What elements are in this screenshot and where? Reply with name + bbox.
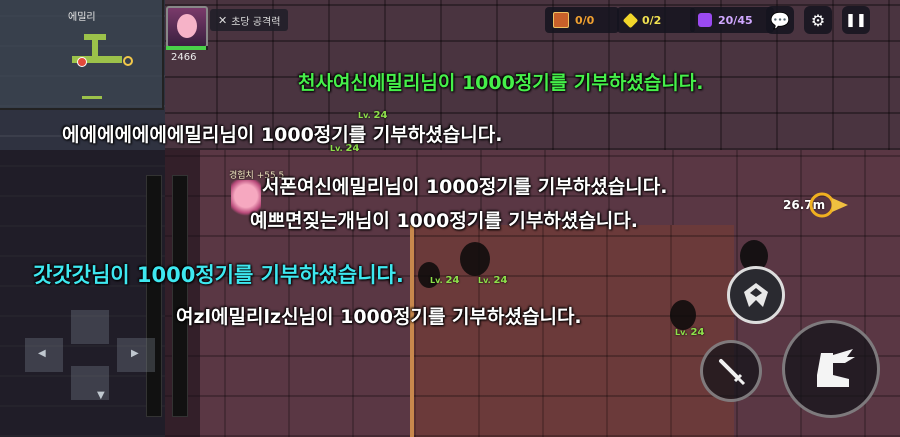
hp-bar bbox=[166, 46, 208, 50]
crossed-swords-icon: ✕ bbox=[218, 13, 228, 27]
player-marker bbox=[77, 57, 87, 67]
chest-count: 0/0 bbox=[575, 13, 595, 27]
waypoint-arrow-icon bbox=[809, 192, 848, 218]
donation-message: 갓갓갓님이 1000정기를 기부하셨습니다. bbox=[33, 259, 404, 289]
donation-text: 님이 1000정기를 기부하셨습니다. bbox=[219, 124, 503, 146]
chest-counter[interactable]: 0/0 bbox=[545, 7, 619, 33]
chat-icon: 💬 bbox=[770, 10, 790, 30]
attack-skill-button[interactable] bbox=[700, 340, 762, 402]
level-tag: Lv. 24 bbox=[430, 275, 460, 286]
gem-counter[interactable]: 0/2 bbox=[617, 7, 695, 33]
emblem-skill-button[interactable] bbox=[727, 266, 785, 324]
gear-icon: ⚙ bbox=[810, 10, 826, 30]
portrait-face bbox=[177, 14, 197, 38]
donor-name: 서폰여신에밀리 bbox=[262, 176, 385, 198]
emblem-icon bbox=[744, 283, 768, 307]
donation-text: 님이 1000정기를 기부하셨습니다. bbox=[90, 263, 404, 287]
direction-pad[interactable]: ◀ ▶ ▼ bbox=[25, 310, 155, 410]
settings-button[interactable]: ⚙ bbox=[804, 6, 832, 34]
attack-per-second-button[interactable]: ✕ 초당 공격력 bbox=[210, 9, 289, 31]
pause-button[interactable]: ❚❚ bbox=[842, 6, 870, 34]
gem-count: 0/2 bbox=[642, 13, 662, 27]
game-scene: 에밀리 2466 ✕ 초당 공격력 0/0 0/2 20/45 💬 ⚙ ❚❚ L… bbox=[0, 0, 900, 437]
power-value: 2466 bbox=[171, 52, 197, 63]
sword-icon bbox=[719, 359, 746, 386]
enemy-shadow bbox=[670, 300, 696, 330]
donation-message: 에에에에에에에밀리님이 1000정기를 기부하셨습니다. bbox=[62, 120, 502, 147]
donation-message: 여zl에밀리lz신님이 1000정기를 기부하셨습니다. bbox=[176, 302, 582, 329]
target-marker bbox=[123, 56, 133, 66]
chest-icon bbox=[553, 12, 569, 28]
winged-boot-icon bbox=[817, 349, 855, 387]
minimap-label: 에밀리 bbox=[68, 12, 96, 23]
puzzle-icon bbox=[698, 13, 712, 27]
donor-name: 여zl에밀리lz신 bbox=[176, 306, 299, 328]
donation-message: 예쁘면짖는개님이 1000정기를 기부하셨습니다. bbox=[250, 206, 638, 233]
donation-text: 님이 1000정기를 기부하셨습니다. bbox=[420, 72, 704, 94]
minimap-room bbox=[82, 96, 102, 99]
minimap[interactable]: 에밀리 bbox=[0, 0, 164, 110]
pillar bbox=[172, 175, 188, 417]
donation-text: 님이 1000정기를 기부하셨습니다. bbox=[384, 176, 668, 198]
pause-icon: ❚❚ bbox=[845, 12, 867, 28]
arrow-right-icon: ▶ bbox=[131, 348, 139, 359]
character-portrait[interactable] bbox=[166, 6, 208, 48]
attack-label: 초당 공격력 bbox=[231, 16, 281, 28]
donor-name: 에에에에에에에밀리 bbox=[62, 124, 220, 146]
donation-text: 님이 1000정기를 기부하셨습니다. bbox=[298, 306, 582, 328]
chat-button[interactable]: 💬 bbox=[766, 6, 794, 34]
donation-text: 님이 1000정기를 기부하셨습니다. bbox=[354, 210, 638, 232]
level-tag: Lv. 24 bbox=[675, 327, 705, 338]
donor-name: 예쁘면짖는개 bbox=[250, 210, 355, 232]
donor-name: 갓갓갓 bbox=[33, 263, 91, 287]
arrow-down-icon: ▼ bbox=[97, 390, 105, 401]
dpad-up[interactable] bbox=[71, 310, 109, 344]
enemy-shadow bbox=[460, 242, 490, 276]
level-tag: Lv. 24 bbox=[478, 275, 508, 286]
puzzle-counter[interactable]: 20/45 bbox=[690, 7, 774, 33]
donation-message: 천사여신에밀리님이 1000정기를 기부하셨습니다. bbox=[298, 68, 703, 95]
puzzle-count: 20/45 bbox=[718, 13, 753, 27]
minimap-room bbox=[92, 38, 98, 58]
hp-bar-fill bbox=[166, 46, 206, 50]
donor-name: 천사여신에밀리 bbox=[298, 72, 421, 94]
dash-button[interactable] bbox=[782, 320, 880, 418]
gem-icon bbox=[622, 12, 639, 28]
donation-message: 서폰여신에밀리님이 1000정기를 기부하셨습니다. bbox=[262, 172, 667, 199]
arrow-left-icon: ◀ bbox=[38, 348, 46, 359]
